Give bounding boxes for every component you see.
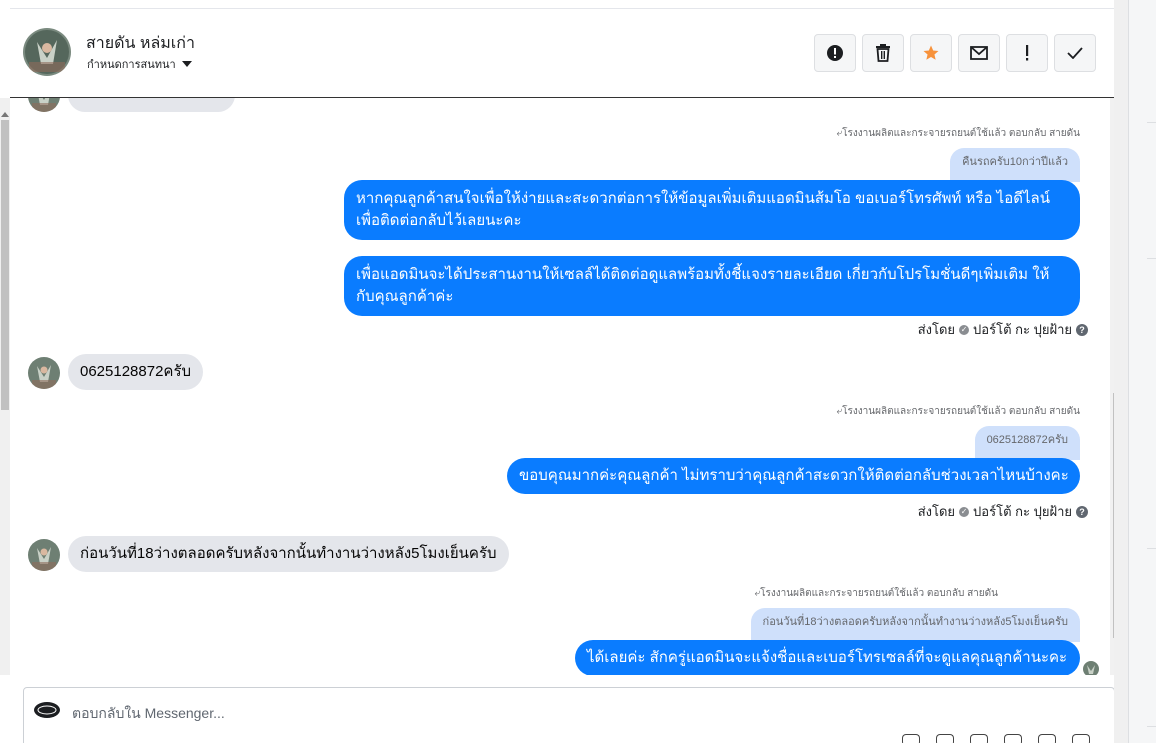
message-bubble-outgoing[interactable]: ได้เลยค่ะ สักครู่แอดมินจะแจ้งชื่อและเบอร… bbox=[575, 640, 1080, 675]
reply-note: ⤶โรงงานผลิตและกระจายรถยนต์ใช้แล้ว ตอบกลั… bbox=[836, 406, 1080, 417]
sent-by-info: ส่งโดย ✓ ปอร์โต้ กะ ปุยฝ้าย ? bbox=[918, 501, 1088, 522]
page-logo-icon bbox=[33, 700, 61, 720]
message-bubble-outgoing[interactable]: หากคุณลูกค้าสนใจเพื่อให้ง่ายและสะดวกต่อก… bbox=[344, 180, 1080, 240]
conversation-header: สายดัน หล่มเก่า กำหนดการสนทนา bbox=[10, 9, 1118, 98]
delete-button[interactable] bbox=[862, 34, 904, 72]
panel-divider bbox=[1147, 726, 1156, 727]
exclamation-icon bbox=[1026, 45, 1029, 61]
assign-label: กำหนดการสนทนา bbox=[87, 59, 176, 71]
panel-divider bbox=[1147, 122, 1156, 123]
done-button[interactable] bbox=[1054, 34, 1096, 72]
scroll-up-icon[interactable] bbox=[1, 112, 9, 117]
messenger-inbox: สายดัน หล่มเก่า กำหนดการสนทนา ⤶โรงงานผลิ… bbox=[0, 0, 1156, 743]
panel-divider bbox=[1147, 548, 1156, 549]
quoted-message[interactable]: คืนรถครับ10กว่าปีแล้ว bbox=[950, 148, 1080, 182]
assign-conversation-dropdown[interactable]: กำหนดการสนทนา bbox=[87, 55, 192, 73]
emoji-icon[interactable] bbox=[1004, 734, 1022, 743]
message-thread: ⤶โรงงานผลิตและกระจายรถยนต์ใช้แล้ว ตอบกลั… bbox=[10, 98, 1128, 675]
panel-divider bbox=[1147, 258, 1156, 259]
sender-name[interactable]: ปอร์โต้ กะ ปุยฝ้าย bbox=[973, 501, 1072, 522]
seen-indicator-avatar bbox=[1083, 661, 1099, 675]
report-button[interactable] bbox=[814, 34, 856, 72]
star-button[interactable] bbox=[910, 34, 952, 72]
reply-input[interactable]: ตอบกลับใน Messenger... bbox=[72, 703, 225, 725]
gif-icon[interactable] bbox=[1038, 734, 1056, 743]
message-bubble-outgoing[interactable]: ขอบคุณมากค่ะคุณลูกค้า ไม่ทราบว่าคุณลูกค้… bbox=[507, 458, 1080, 494]
composer-toolbar bbox=[902, 734, 1090, 743]
scrollbar-thumb[interactable] bbox=[1, 120, 9, 410]
message-line: เพื่อติดต่อกลับไว้เลยนะคะ bbox=[356, 212, 522, 229]
message-bubble-outgoing[interactable]: เพื่อแอดมินจะได้ประสานงานให้เซลล์ได้ติดต… bbox=[344, 256, 1080, 316]
caret-down-icon bbox=[181, 61, 192, 67]
side-panel-edge bbox=[1128, 0, 1156, 743]
message-bubble-incoming-partial[interactable] bbox=[68, 98, 235, 112]
image-icon[interactable] bbox=[970, 734, 988, 743]
help-icon[interactable]: ? bbox=[1076, 323, 1088, 336]
verified-icon: ✓ bbox=[959, 506, 970, 517]
attachment-icon[interactable] bbox=[902, 734, 920, 743]
message-bubble-incoming[interactable]: ก่อนวันที่18ว่างตลอดครับหลังจากนั้นทำงาน… bbox=[68, 536, 509, 572]
star-icon bbox=[923, 45, 939, 60]
like-icon[interactable] bbox=[1072, 734, 1090, 743]
alert-circle-icon bbox=[827, 45, 843, 61]
clip-icon[interactable] bbox=[936, 734, 954, 743]
page-scrollbar[interactable] bbox=[0, 98, 10, 675]
contact-avatar-small bbox=[28, 357, 60, 389]
mark-unread-button[interactable] bbox=[958, 34, 1000, 72]
checkmark-icon bbox=[1067, 47, 1083, 59]
reply-note: ⤶โรงงานผลิตและกระจายรถยนต์ใช้แล้ว ตอบกลั… bbox=[754, 588, 998, 599]
contact-avatar-small bbox=[28, 98, 60, 112]
verified-icon: ✓ bbox=[959, 324, 970, 335]
trash-icon bbox=[876, 44, 890, 62]
outer-scrollbar-track bbox=[1114, 0, 1128, 743]
contact-avatar-small bbox=[28, 539, 60, 571]
contact-name[interactable]: สายดัน หล่มเก่า bbox=[86, 31, 195, 56]
reply-composer[interactable]: ตอบกลับใน Messenger... bbox=[23, 687, 1115, 743]
message-bubble-incoming[interactable]: 0625128872ครับ bbox=[68, 354, 204, 390]
help-icon[interactable]: ? bbox=[1076, 505, 1088, 518]
sent-by-info: ส่งโดย ✓ ปอร์โต้ กะ ปุยฝ้าย ? bbox=[918, 319, 1088, 340]
quoted-message[interactable]: ก่อนวันที่18ว่างตลอดครับหลังจากนั้นทำงาน… bbox=[750, 608, 1080, 642]
sender-name[interactable]: ปอร์โต้ กะ ปุยฝ้าย bbox=[973, 319, 1072, 340]
message-line: กับคุณลูกค้าค่ะ bbox=[356, 288, 454, 305]
contact-avatar[interactable] bbox=[23, 28, 71, 76]
conversation-actions bbox=[814, 34, 1096, 72]
reply-note: ⤶โรงงานผลิตและกระจายรถยนต์ใช้แล้ว ตอบกลั… bbox=[836, 128, 1080, 139]
message-line: เพื่อแอดมินจะได้ประสานงานให้เซลล์ได้ติดต… bbox=[356, 266, 1050, 283]
message-line: หากคุณลูกค้าสนใจเพื่อให้ง่ายและสะดวกต่อก… bbox=[356, 190, 1050, 207]
spam-button[interactable] bbox=[1006, 34, 1048, 72]
quoted-message[interactable]: 0625128872ครับ bbox=[974, 426, 1080, 460]
envelope-icon bbox=[970, 46, 988, 60]
